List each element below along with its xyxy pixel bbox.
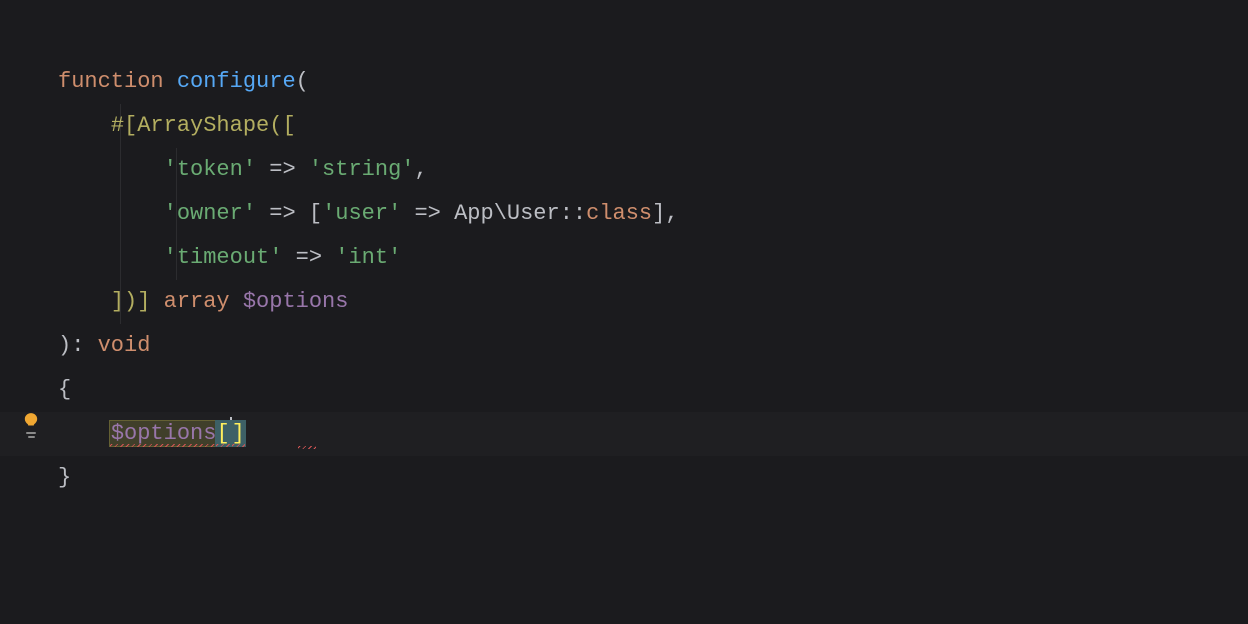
intention-bulb-icon[interactable] [20,412,42,442]
brace-close: } [58,456,71,500]
attribute-close: ])] [111,280,164,324]
code-line-4[interactable]: 'owner' => ['user' => App\User::class], [58,192,1248,236]
comma: , [414,148,427,192]
close-bracket: ], [652,192,678,236]
keyword-function: function [58,60,164,104]
code-line-5[interactable]: 'timeout' => 'int' [58,236,1248,280]
code-line-9-current[interactable]: $options[] [58,412,1248,456]
class-keyword: class [586,192,652,236]
type-array: array [164,280,230,324]
namespace: App\User:: [454,192,586,236]
code-line-6[interactable]: ])] array $options [58,280,1248,324]
type-void: void [98,324,151,368]
string-key: 'owner' [164,192,256,236]
inner-arrow: => [401,192,454,236]
indent [58,236,164,280]
string-inner-key: 'user' [322,192,401,236]
arrow-bracket: => [ [256,192,322,236]
indent [58,412,111,456]
code-editor[interactable]: function configure( #[ArrayShape([ 'toke… [0,0,1248,500]
space [164,60,177,104]
arrow: => [256,148,309,192]
indent [58,148,164,192]
code-line-3[interactable]: 'token' => 'string', [58,148,1248,192]
arrow: => [282,236,335,280]
code-line-1[interactable]: function configure( [58,60,1248,104]
indent [58,104,111,148]
attribute-paren: ([ [269,104,295,148]
brace-open: { [58,368,71,412]
function-name: configure [177,60,296,104]
var-options-cursor: $options [110,421,218,446]
code-line-8[interactable]: { [58,368,1248,412]
var-options: $options [243,280,349,324]
code-line-2[interactable]: #[ArrayShape([ [58,104,1248,148]
attribute-open: #[ [111,104,137,148]
paren: ( [296,60,309,104]
bracket-open-active: [ [216,421,229,446]
code-line-10[interactable]: } [58,456,1248,500]
error-squiggle-trail [298,446,316,449]
attribute-name: ArrayShape [137,104,269,148]
string-key: 'timeout' [164,236,283,280]
string-key: 'token' [164,148,256,192]
close-paren-colon: ): [58,324,98,368]
bracket-close-active: ] [232,421,245,446]
code-line-7[interactable]: ): void [58,324,1248,368]
indent [58,280,111,324]
space [230,280,243,324]
string-val: 'string' [309,148,415,192]
indent [58,192,164,236]
string-val: 'int' [335,236,401,280]
